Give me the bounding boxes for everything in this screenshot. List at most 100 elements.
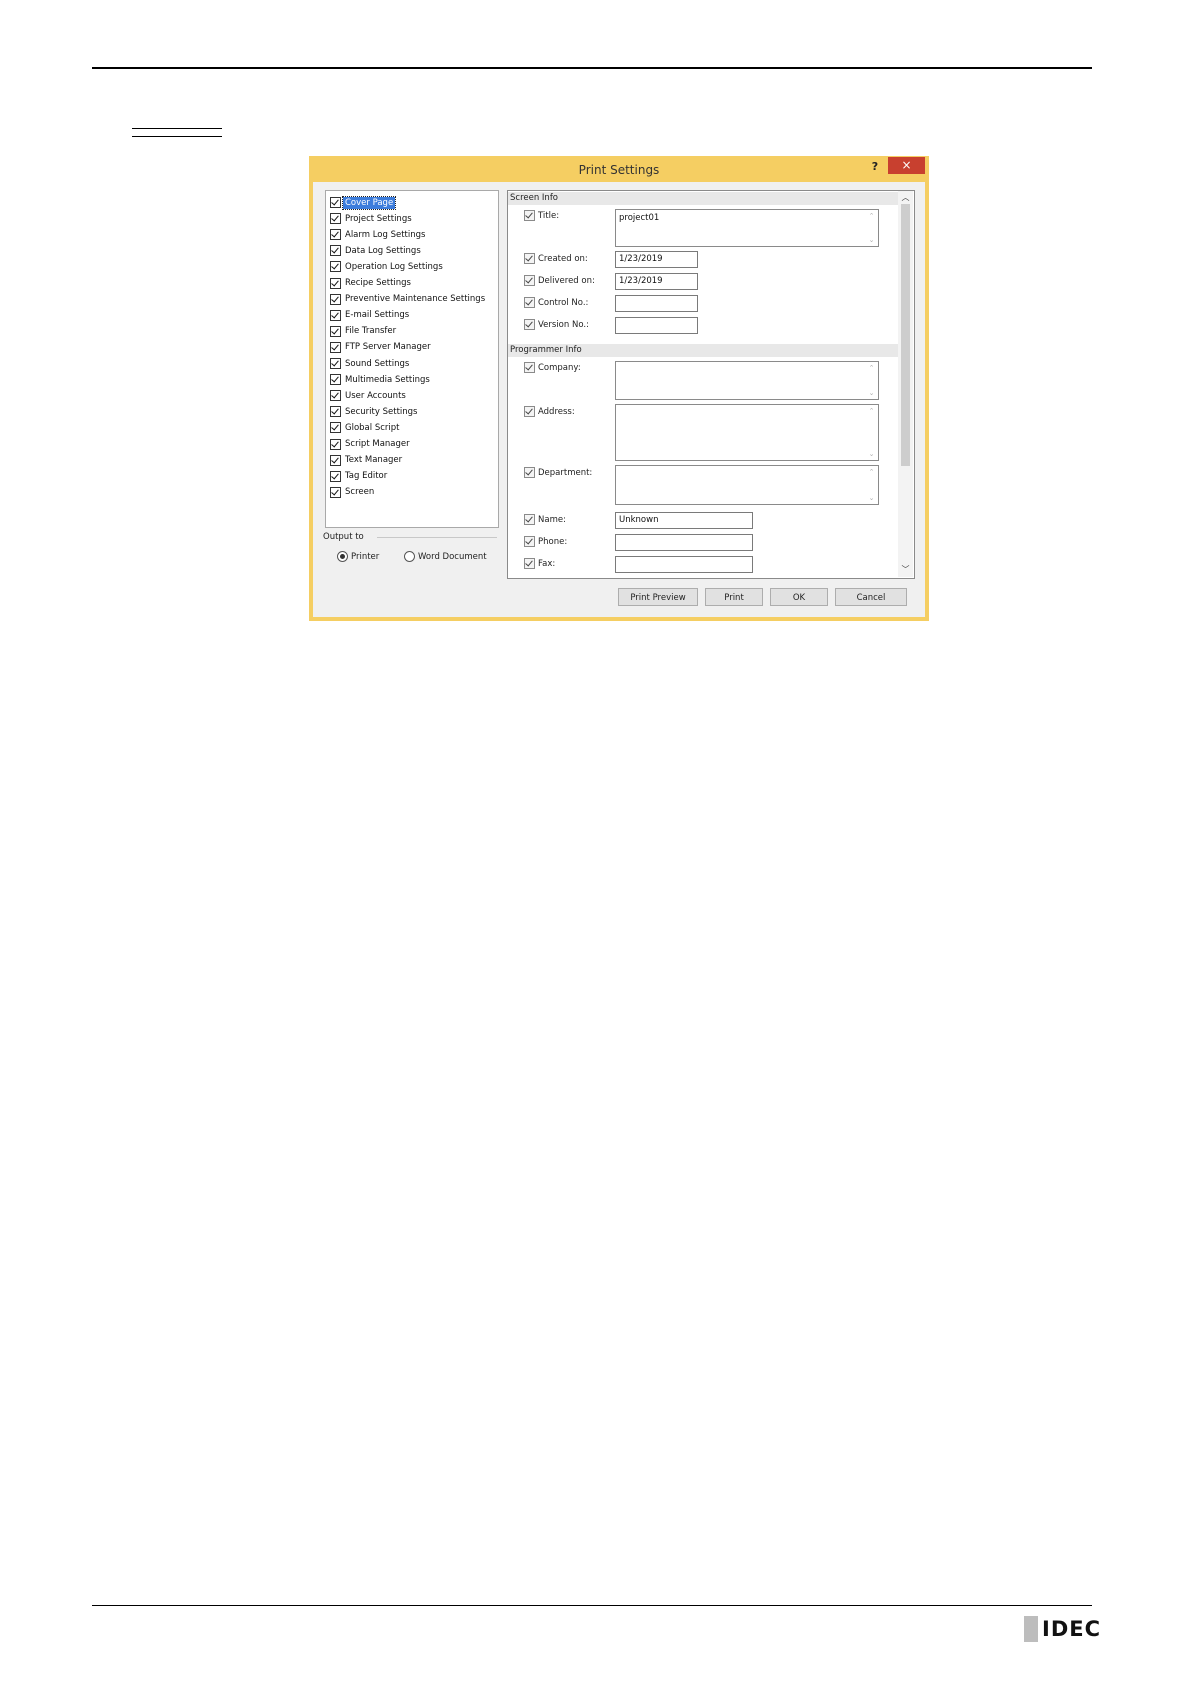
output-to-label: Output to [323,532,364,542]
version-no-input[interactable] [615,317,698,334]
tree-item-checkbox[interactable] [330,438,341,450]
tree-item-checkbox[interactable] [330,245,341,257]
tree-item[interactable]: Text Manager [330,453,404,468]
screen-info-header: Screen Info [508,192,898,205]
printer-radio[interactable] [337,551,348,562]
phone-input[interactable] [615,534,753,551]
logo-mark-gap [1038,1616,1041,1642]
word-document-radio[interactable] [404,551,415,562]
tree-item-label: Security Settings [345,406,418,417]
footer-rule [92,1605,1092,1606]
tree-item[interactable]: Screen [330,485,376,500]
tree-item[interactable]: Security Settings [330,404,419,419]
company-checkbox-row[interactable]: Company: [524,362,581,373]
ok-button[interactable]: OK [770,588,828,606]
tree-item-checkbox[interactable] [330,486,341,498]
delivered-on-checkbox-row[interactable]: Delivered on: [524,275,595,286]
company-label: Company: [538,362,581,373]
tree-item-checkbox[interactable] [330,197,341,208]
tree-item-checkbox[interactable] [330,422,341,434]
tree-item[interactable]: File Transfer [330,324,398,339]
control-no-checkbox[interactable] [524,297,535,308]
print-settings-dialog: Print Settings ? × Cover Page Project Set… [309,156,929,621]
tree-item-checkbox[interactable] [330,293,341,305]
department-checkbox-row[interactable]: Department: [524,467,592,478]
control-no-input[interactable] [615,295,698,312]
delivered-on-checkbox[interactable] [524,275,535,286]
tree-item-checkbox[interactable] [330,374,341,386]
name-input[interactable]: Unknown [615,512,753,529]
title-checkbox-row[interactable]: Title: [524,210,559,221]
fax-input[interactable] [615,556,753,573]
tree-item-label: Preventive Maintenance Settings [345,294,486,305]
fax-checkbox[interactable] [524,558,535,569]
scrollbar-thumb[interactable] [901,204,910,466]
tree-item-checkbox[interactable] [330,261,341,273]
tree-item[interactable]: Tag Editor [330,469,389,484]
created-on-checkbox[interactable] [524,253,535,264]
tree-item-checkbox[interactable] [330,358,341,369]
scroll-up-arrow-icon[interactable]: ︿ [898,191,913,204]
tree-item-label: File Transfer [345,326,397,337]
title-checkbox[interactable] [524,210,535,221]
tree-item-checkbox[interactable] [330,341,341,353]
print-preview-button[interactable]: Print Preview [618,588,698,606]
name-checkbox[interactable] [524,514,535,525]
company-textarea[interactable]: ⌃ ⌄ [615,361,879,400]
address-checkbox[interactable] [524,406,535,417]
tree-item[interactable]: FTP Server Manager [330,340,433,355]
printer-radio-option[interactable]: Printer [337,551,379,562]
name-label: Name: [538,514,566,525]
department-checkbox[interactable] [524,467,535,478]
tree-item-label: Data Log Settings [345,245,421,256]
tree-item-checkbox[interactable] [330,309,341,321]
tree-item-label: Project Settings [345,213,412,224]
tree-item[interactable]: Multimedia Settings [330,372,432,387]
tree-item-checkbox[interactable] [330,213,341,225]
name-checkbox-row[interactable]: Name: [524,514,566,525]
tree-item[interactable]: Cover Page [330,195,397,210]
control-no-checkbox-row[interactable]: Control No.: [524,297,588,308]
tree-item[interactable]: Sound Settings [330,356,411,371]
close-button[interactable]: × [888,157,925,174]
title-label: Title: [538,210,560,221]
tree-item[interactable]: Global Script [330,420,401,435]
department-textarea[interactable]: ⌃ ⌄ [615,465,879,505]
tree-item[interactable]: Project Settings [330,211,414,226]
panel-scrollbar[interactable]: ︿ ﹀ [898,191,913,577]
created-on-checkbox-row[interactable]: Created on: [524,253,588,264]
tree-item-checkbox[interactable] [330,390,341,402]
address-textarea[interactable]: ⌃ ⌄ [615,404,879,461]
company-checkbox[interactable] [524,362,535,373]
phone-checkbox-row[interactable]: Phone: [524,536,567,547]
tree-item-checkbox[interactable] [330,454,341,466]
tree-item-checkbox[interactable] [330,277,341,289]
tree-item[interactable]: Script Manager [330,437,412,452]
created-on-input[interactable]: 1/23/2019 [615,251,698,268]
tree-item[interactable]: Alarm Log Settings [330,227,427,242]
tree-item[interactable]: User Accounts [330,388,408,403]
delivered-on-input[interactable]: 1/23/2019 [615,273,698,290]
print-button[interactable]: Print [705,588,763,606]
tree-item[interactable]: Recipe Settings [330,276,413,291]
word-document-radio-option[interactable]: Word Document [404,551,487,562]
fax-checkbox-row[interactable]: Fax: [524,558,555,569]
scroll-down-arrow-icon[interactable]: ﹀ [898,563,913,576]
cover-page-settings-panel: Screen Info Title: project01 ⌃ ⌄ Created … [507,190,915,579]
title-textarea[interactable]: project01 ⌃ ⌄ [615,209,879,247]
tree-item-checkbox[interactable] [330,229,341,241]
tree-item-checkbox[interactable] [330,325,341,337]
tree-item[interactable]: Operation Log Settings [330,259,445,274]
tree-item-label: Multimedia Settings [345,374,430,385]
tree-item[interactable]: Preventive Maintenance Settings [330,292,487,307]
version-no-checkbox-row[interactable]: Version No.: [524,319,589,330]
tree-item[interactable]: Data Log Settings [330,243,423,258]
address-checkbox-row[interactable]: Address: [524,406,575,417]
help-button[interactable]: ? [867,159,883,175]
cancel-button[interactable]: Cancel [835,588,907,606]
tree-item-checkbox[interactable] [330,406,341,418]
tree-item-checkbox[interactable] [330,470,341,482]
phone-checkbox[interactable] [524,536,535,547]
tree-item[interactable]: E-mail Settings [330,308,411,323]
version-no-checkbox[interactable] [524,319,535,330]
